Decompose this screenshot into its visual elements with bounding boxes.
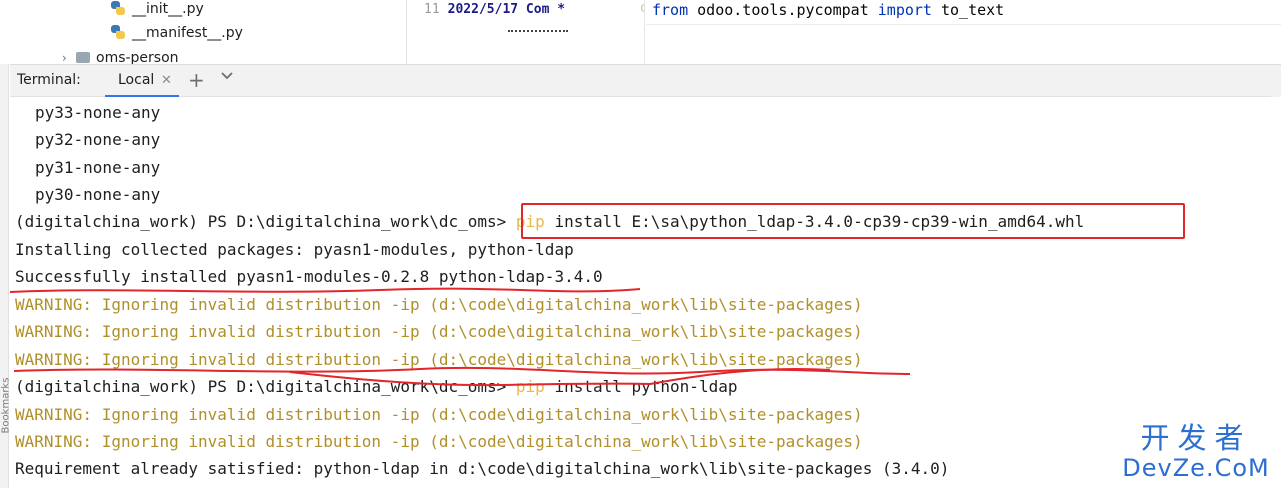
line-number: 11 <box>424 2 440 17</box>
code-editor[interactable]: from odoo.tools.pycompat import to_text <box>646 0 1281 64</box>
chevron-down-icon[interactable] <box>220 69 234 87</box>
editor-area: __init__.py __manifest__.py › oms-person … <box>0 0 1281 64</box>
scrollbar[interactable] <box>1271 65 1281 98</box>
code-line: from odoo.tools.pycompat import to_text <box>652 1 1005 19</box>
prompt: (digitalchina_work) PS D:\digitalchina_w… <box>15 377 516 396</box>
terminal-output[interactable]: py33-none-any py32-none-any py31-none-an… <box>10 97 1281 488</box>
terminal-line: Successfully installed pyasn1-modules-0.… <box>15 267 603 286</box>
terminal-line: py30-none-any <box>35 185 161 204</box>
watermark-line1: 开发者 <box>1140 421 1252 455</box>
blame-text: 2022/5/17 Com <box>447 2 550 17</box>
blame-annotation[interactable]: 11 2022/5/17 Com * <box>424 2 565 17</box>
terminal-line: Requirement already satisfied: python-ld… <box>15 459 950 478</box>
watermark-logo: 开发者 DevZe.CoM <box>1121 422 1271 482</box>
project-tree: __init__.py __manifest__.py › oms-person <box>10 0 407 64</box>
change-marker-icon <box>641 4 644 12</box>
add-tab-icon[interactable]: + <box>188 68 205 92</box>
command-name: pip <box>515 377 545 396</box>
terminal-title: Terminal: <box>17 72 81 88</box>
blame-fragment <box>508 30 568 32</box>
terminal-line: py31-none-any <box>35 158 161 177</box>
terminal-line: py33-none-any <box>35 103 161 122</box>
terminal-warning-line: WARNING: Ignoring invalid distribution -… <box>15 432 863 451</box>
tree-item-manifest[interactable]: __manifest__.py <box>110 22 243 44</box>
tree-item-label: __init__.py <box>132 1 204 17</box>
folder-icon <box>76 52 90 63</box>
terminal-line: Installing collected packages: pyasn1-mo… <box>15 240 574 259</box>
watermark-line2: DevZe.CoM <box>1122 454 1270 482</box>
terminal-warning-line: WARNING: Ignoring invalid distribution -… <box>15 405 863 424</box>
python-file-icon <box>110 0 126 16</box>
tree-item-oms-person[interactable]: › oms-person <box>62 47 179 64</box>
left-tool-strip: Bookmarks <box>0 0 11 488</box>
tree-item-label: __manifest__.py <box>132 25 243 41</box>
terminal-line: py32-none-any <box>35 130 161 149</box>
divider <box>646 24 1281 25</box>
terminal-warning-line: WARNING: Ignoring invalid distribution -… <box>15 350 863 369</box>
tree-item-label: oms-person <box>96 50 179 64</box>
tree-item-init[interactable]: __init__.py <box>110 0 204 20</box>
prompt: (digitalchina_work) PS D:\digitalchina_w… <box>15 212 516 231</box>
annotation-box <box>521 203 1185 239</box>
tab-local[interactable]: Local ✕ <box>105 65 179 98</box>
editor-gutter: 11 2022/5/17 Com * <box>408 0 645 64</box>
chevron-right-icon[interactable]: › <box>62 47 76 64</box>
terminal-toolbar: Terminal: Local ✕ + <box>10 64 1281 98</box>
command-args: install python-ldap <box>544 377 738 396</box>
terminal-warning-line: WARNING: Ignoring invalid distribution -… <box>15 295 863 314</box>
python-file-icon <box>110 24 126 40</box>
terminal-command-line: (digitalchina_work) PS D:\digitalchina_w… <box>15 377 737 397</box>
close-icon[interactable]: ✕ <box>161 73 172 88</box>
terminal-warning-line: WARNING: Ignoring invalid distribution -… <box>15 322 863 341</box>
blame-marker: * <box>557 2 566 17</box>
tab-label: Local <box>118 72 155 88</box>
